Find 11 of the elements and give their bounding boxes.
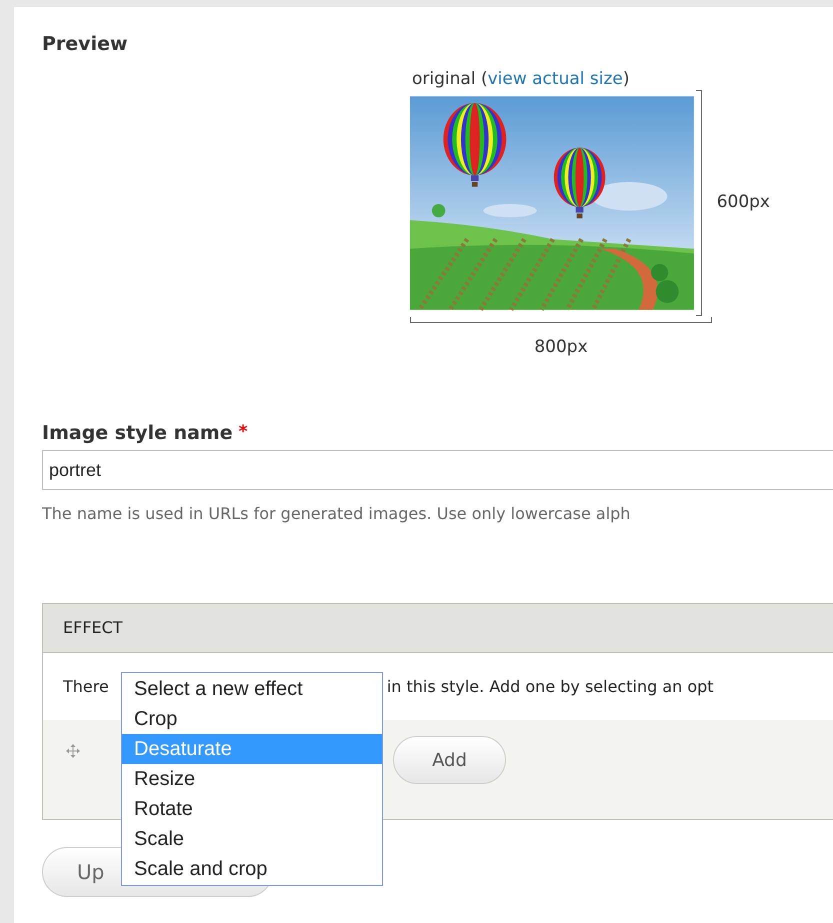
table-message-end: in this style. Add one by selecting an opt <box>386 676 714 698</box>
image-caption-end: ) <box>622 69 630 89</box>
table-message-start: There <box>63 676 109 698</box>
field-label: Image style name <box>42 420 233 446</box>
width-label: 800px <box>533 336 589 359</box>
required-mark: * <box>238 421 248 444</box>
table-header: EFFECT <box>43 604 833 653</box>
height-label: 600px <box>716 191 770 214</box>
section-heading: Preview <box>42 32 129 56</box>
field-description: The name is used in URLs for generated images. Use only lowercase alph <box>42 503 632 525</box>
image-caption: original ( <box>412 69 488 89</box>
